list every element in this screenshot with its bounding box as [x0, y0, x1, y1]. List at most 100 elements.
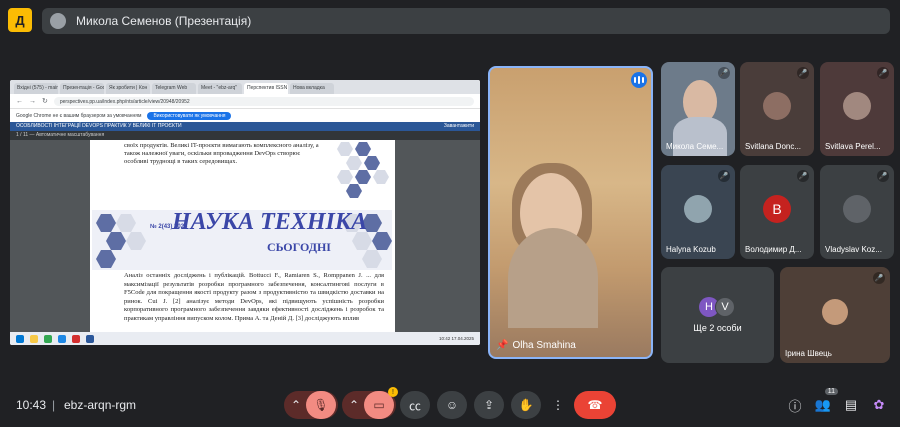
- mic-off-icon: 🎤: [877, 170, 889, 182]
- windows-taskbar: 10:42 17.04.2025: [10, 332, 480, 345]
- camera-options-chevron-icon[interactable]: ⌃: [344, 398, 364, 412]
- browser-tab: Презентація - Google: [60, 83, 104, 94]
- taskbar-time: 10:42: [438, 336, 451, 341]
- present-icon: ⇪: [483, 398, 495, 412]
- captions-button[interactable]: ㏄: [400, 391, 430, 419]
- infobar-button: Використовувати як умовчання: [147, 111, 232, 120]
- participant-name: Ірина Швець: [785, 349, 832, 358]
- mic-control: ⌃ 🎙: [284, 391, 338, 419]
- participant-name: Halyna Kozub: [666, 245, 716, 254]
- warning-badge-icon: !: [388, 387, 398, 397]
- more-participants-tile[interactable]: H V Ще 2 особи: [661, 267, 774, 363]
- meeting-code: ebz-arqn-rgm: [64, 398, 137, 412]
- mic-off-icon: 🎤: [873, 272, 885, 284]
- speaker-body: [508, 228, 598, 328]
- pdf-page: своїх продуктів. Великі IT-проєкти вимаг…: [90, 140, 395, 332]
- page-header-title: ОСОБЛИВОСТІ ІНТЕГРАЦІЇ DEVOPS ПРАКТИК У …: [16, 123, 182, 129]
- mic-off-icon: 🎤: [797, 67, 809, 79]
- separator: |: [52, 398, 56, 412]
- captions-icon: ㏄: [408, 398, 421, 413]
- hexagon-decoration: [337, 142, 389, 200]
- participant-tile[interactable]: 🎤 Svitlava Perel...: [820, 62, 894, 156]
- participant-tile[interactable]: 🎤 Svitlana Donc...: [740, 62, 814, 156]
- participant-tile[interactable]: 🎤 Vladyslav Koz...: [820, 165, 894, 259]
- main-speaker-tile[interactable]: 📌 Olha Smahina: [488, 66, 653, 359]
- hand-icon: ✋: [518, 398, 534, 412]
- info-icon: ⓘ: [788, 398, 802, 414]
- forward-icon: →: [29, 97, 36, 105]
- logo-letter: Д: [15, 12, 25, 28]
- participant-avatar: [684, 195, 712, 223]
- more-vert-icon: ⋮: [552, 398, 564, 412]
- journal-banner: № 2(43) 2025 НАУКА ТЕХНІКА СЬОГОДНІ: [92, 210, 392, 270]
- pdf-top-text: своїх продуктів. Великі IT-проєкти вимаг…: [124, 142, 319, 165]
- windows-start-icon: [16, 334, 24, 343]
- url-text: perspectives.pp.ua/index.php/nts/article…: [53, 96, 474, 106]
- browser-tab: Telegram Web: [152, 83, 196, 94]
- browser-urlbar: ← → ↻ perspectives.pp.ua/index.php/nts/a…: [10, 94, 480, 108]
- chat-button[interactable]: ▤: [842, 396, 860, 414]
- mic-off-icon: 🎤: [718, 67, 730, 79]
- participants-count: 11: [824, 388, 838, 395]
- infobar-text: Google Chrome не є вашим браузером за ум…: [16, 112, 142, 119]
- camera-off-button[interactable]: ▭!: [364, 387, 398, 419]
- emoji-icon: ☺: [445, 398, 459, 412]
- participant-avatar: В: [763, 195, 791, 223]
- pdf-body-text: Аналіз останніх досліджень і публікацій.…: [124, 272, 384, 322]
- participant-name: Vladyslav Koz...: [825, 245, 882, 254]
- activities-icon: ✿: [873, 397, 885, 412]
- pdf-viewer: своїх продуктів. Великі IT-проєкти вимаг…: [10, 140, 480, 345]
- page-header: ОСОБЛИВОСТІ ІНТЕГРАЦІЇ DEVOPS ПРАКТИК У …: [10, 122, 480, 131]
- reactions-button[interactable]: ☺: [437, 391, 467, 419]
- people-button[interactable]: 👥 11: [814, 388, 838, 414]
- participant-avatar: [822, 299, 848, 325]
- mic-options-chevron-icon[interactable]: ⌃: [286, 398, 306, 412]
- taskbar-date: 17.04.2025: [451, 336, 474, 341]
- more-options-button[interactable]: ⋮: [548, 391, 568, 419]
- chat-icon: ▤: [844, 397, 858, 412]
- activities-button[interactable]: ✿: [870, 396, 888, 414]
- participant-tile[interactable]: 🎤 Ірина Швець: [780, 267, 890, 363]
- participant-tile[interactable]: В 🎤 Володимир Д...: [740, 165, 814, 259]
- meet-window: { "topbar": { "logo_letter": "Д", "prese…: [0, 0, 900, 427]
- mic-off-icon: 🎤: [718, 170, 730, 182]
- camera-control: ⌃ ▭!: [342, 387, 398, 419]
- participant-name: Svitlava Perel...: [825, 142, 881, 151]
- reload-icon: ↻: [42, 98, 48, 105]
- participant-tile[interactable]: 🎤 Halyna Kozub: [661, 165, 735, 259]
- shared-screen: Вхідні (575) - main Презентація - Google…: [10, 80, 480, 345]
- meet-logo[interactable]: Д: [8, 8, 32, 32]
- chrome-icon: [44, 334, 52, 343]
- back-icon: ←: [16, 97, 23, 105]
- participant-avatar: [843, 92, 871, 120]
- folder-icon: [30, 334, 38, 343]
- leave-call-button[interactable]: ☎: [574, 391, 616, 419]
- browser-tab: Нова вкладка: [290, 83, 334, 94]
- page-header-right: Завантажити: [443, 123, 474, 129]
- mic-off-icon: 🎤: [797, 170, 809, 182]
- more-avatar-v: V: [715, 297, 735, 317]
- presenter-avatar: [50, 13, 66, 29]
- present-button[interactable]: ⇪: [474, 391, 504, 419]
- browser-tab: Meet - "ebz-arq": [198, 83, 242, 94]
- participant-avatar: [843, 195, 871, 223]
- presenter-bar[interactable]: Микола Семенов (Презентація): [42, 8, 890, 34]
- participant-avatar: [763, 92, 791, 120]
- pdf-toolbar: 1 / 11 — Автоматичне масштабування: [10, 131, 480, 140]
- browser-tab: Як зробити | Кон: [106, 83, 150, 94]
- word-icon: [86, 334, 94, 343]
- browser-tab-active: Перспектив ISSN: [244, 83, 288, 94]
- edge-icon: [58, 334, 66, 343]
- bottom-bar: 10:43 | ebz-arqn-rgm ⌃ 🎙 ⌃ ▭! ㏄ ☺ ⇪ ✋ ⋮ …: [0, 385, 900, 427]
- mic-off-icon: 🎤: [877, 67, 889, 79]
- pin-icon[interactable]: 📌: [496, 340, 508, 351]
- participant-tile[interactable]: 🎤 Микола Семе...: [661, 62, 735, 156]
- clock: 10:43: [16, 398, 47, 412]
- taskbar-clock: 10:42 17.04.2025: [439, 336, 480, 341]
- meeting-info-button[interactable]: ⓘ: [786, 396, 804, 414]
- browser-tabs: Вхідні (575) - main Презентація - Google…: [10, 80, 480, 94]
- app-icon: [72, 334, 80, 343]
- presenter-label: Микола Семенов (Презентація): [76, 14, 252, 28]
- raise-hand-button[interactable]: ✋: [511, 391, 541, 419]
- mic-off-button[interactable]: 🎙: [306, 391, 336, 419]
